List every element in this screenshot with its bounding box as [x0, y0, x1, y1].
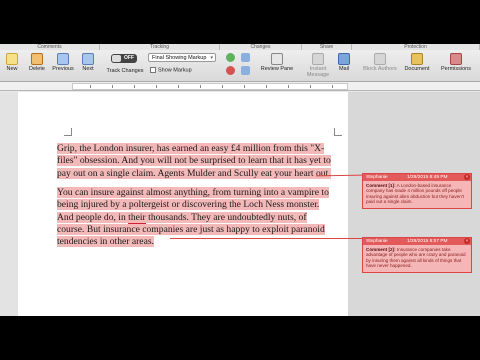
reject-icon [225, 66, 235, 75]
permissions-icon [450, 53, 462, 65]
ruler-tick [112, 85, 113, 88]
ruler-tick [244, 85, 245, 88]
ruler-tick [134, 85, 135, 88]
track-changes-label: Track Changes [106, 68, 144, 74]
ruler-tick [200, 85, 201, 88]
review-pane-icon [271, 53, 283, 65]
mail-label: Mail [338, 66, 350, 72]
instant-message-label: Instant Message [306, 66, 330, 78]
close-icon[interactable]: × [464, 174, 470, 180]
group-comments: Comments [0, 44, 100, 50]
review-ribbon: Comments Tracking Changes Share Protecti… [0, 44, 480, 82]
chevron-down-icon: ▾ [210, 55, 213, 61]
review-pane-label: Review Pane [260, 66, 294, 72]
word-window: Comments Tracking Changes Share Protecti… [0, 44, 480, 316]
new-label: New [6, 66, 18, 72]
next-change-icon [240, 66, 250, 75]
comment-2-header: Stephanie 1/29/2015 6:57 PM × [363, 238, 471, 245]
reject-change-button[interactable] [224, 66, 236, 76]
comment-balloon-1[interactable]: Stephanie 1/29/2015 6:49 PM × Comment [1… [362, 173, 472, 209]
previous-arrow-icon [57, 53, 69, 65]
group-tracking: Tracking [100, 44, 220, 50]
permissions-button[interactable]: Permissions [436, 53, 476, 72]
instant-message-button[interactable]: Instant Message [302, 53, 334, 78]
show-markup-label: Show Markup [158, 67, 192, 74]
paragraph-1[interactable]: Grip, the London insurer, has earned an … [57, 143, 333, 180]
comment-1-time: 1/29/2015 6:49 PM [407, 175, 448, 180]
markup-view-value: Final Showing Markup [152, 55, 207, 61]
comment-2-author: Stephanie [366, 239, 388, 244]
document-lock-icon [411, 53, 423, 65]
new-comment-button[interactable]: New [3, 53, 21, 72]
delete-comment-icon [31, 53, 43, 65]
comment-2-leader-line [170, 238, 364, 239]
previous-label: Previous [52, 66, 74, 72]
ruler-tick [178, 85, 179, 88]
ruler-tick [156, 85, 157, 88]
commented-text-1c[interactable]: pay out on a single claim. Agents Mulder… [57, 167, 331, 179]
margin-corner-mark [64, 128, 72, 136]
mail-button[interactable]: Mail [336, 53, 352, 72]
comment-1-header: Stephanie 1/29/2015 6:49 PM × [363, 174, 471, 181]
margin-corner-mark [334, 128, 342, 136]
group-share: Share [302, 44, 352, 50]
group-protection: Protection [352, 44, 480, 50]
commented-text-1b[interactable]: files" obsession. And you will not be su… [57, 155, 331, 167]
ruler-tick [332, 85, 333, 88]
ruler-tick [288, 85, 289, 88]
commented-text-1a[interactable]: Grip, the London insurer, has earned an … [57, 143, 325, 154]
ruler-text-area [72, 83, 348, 90]
next-change-button[interactable] [238, 66, 252, 76]
next-arrow-icon [82, 53, 94, 65]
next-label: Next [82, 66, 94, 72]
close-icon[interactable]: × [464, 238, 470, 244]
comment-2-time: 1/29/2015 6:57 PM [407, 239, 448, 244]
track-changes-toggle[interactable]: OFF [111, 54, 137, 63]
review-pane-button[interactable]: Review Pane [254, 53, 300, 72]
mail-icon [338, 53, 350, 65]
comment-1-label: Comment [1]: [366, 183, 396, 188]
previous-comment-button[interactable]: Previous [50, 53, 76, 72]
flagged-word[interactable]: their [128, 211, 146, 224]
permissions-label: Permissions [441, 66, 471, 72]
comment-2-label: Comment [2]: [366, 247, 396, 252]
markup-view-select[interactable]: Final Showing Markup ▾ [148, 53, 216, 62]
comment-balloon-2[interactable]: Stephanie 1/29/2015 6:57 PM × Comment [2… [362, 237, 472, 273]
accept-icon [225, 53, 235, 62]
ruler-tick [310, 85, 311, 88]
ruler-tick [222, 85, 223, 88]
show-markup-dropdown[interactable]: Show Markup [150, 67, 192, 73]
block-authors-label: Block Authors [363, 66, 397, 72]
new-comment-icon [6, 53, 18, 65]
document-label: Document [404, 66, 430, 72]
group-changes: Changes [220, 44, 302, 50]
ruler-tick [90, 85, 91, 88]
horizontal-ruler[interactable] [0, 82, 480, 91]
block-authors-button[interactable]: Block Authors [362, 53, 398, 72]
previous-change-button[interactable] [238, 53, 252, 63]
delete-comment-button[interactable]: Delete [25, 53, 49, 72]
show-markup-icon [150, 67, 156, 73]
block-authors-icon [374, 53, 386, 65]
previous-change-icon [240, 53, 250, 62]
delete-label: Delete [29, 66, 45, 72]
ruler-tick [266, 85, 267, 88]
paragraph-2[interactable]: You can insure against almost anything, … [57, 187, 333, 248]
next-comment-button[interactable]: Next [78, 53, 98, 72]
accept-change-button[interactable] [224, 53, 236, 63]
document-button[interactable]: Document [402, 53, 432, 72]
comment-1-author: Stephanie [366, 175, 388, 180]
instant-message-icon [312, 53, 324, 65]
